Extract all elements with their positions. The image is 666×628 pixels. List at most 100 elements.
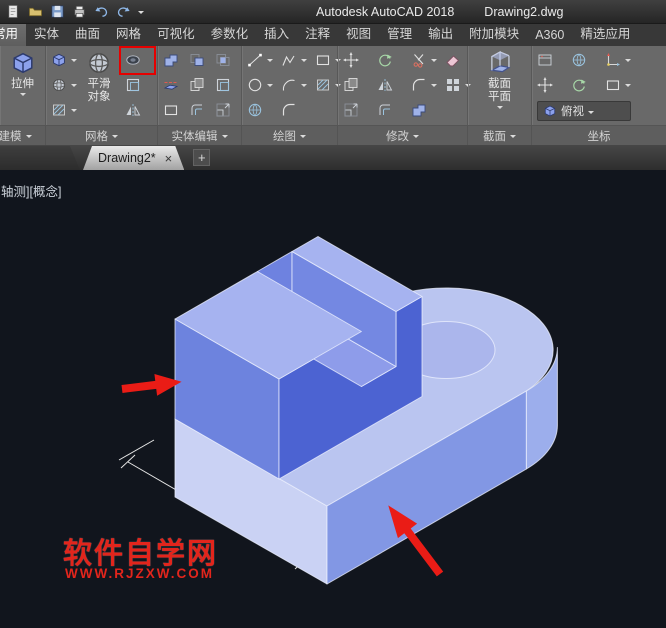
tab-a360[interactable]: A360: [527, 25, 572, 46]
tab-surface[interactable]: 曲面: [67, 24, 108, 46]
file-tab-drawing2[interactable]: Drawing2* ×: [83, 146, 184, 170]
smooth-object-label-2: 对象: [88, 91, 111, 104]
arc-button[interactable]: [277, 73, 301, 97]
trim-button[interactable]: [407, 48, 431, 72]
move-button[interactable]: [339, 48, 363, 72]
explode-button[interactable]: [407, 98, 431, 122]
dropdown-caret[interactable]: [267, 84, 273, 87]
circle-button[interactable]: [243, 73, 267, 97]
intersect-icon: [215, 52, 231, 68]
imprint-button[interactable]: [159, 98, 183, 122]
stretch-button[interactable]: [339, 98, 363, 122]
tab-annotate[interactable]: 注释: [297, 24, 338, 46]
dropdown-caret[interactable]: [301, 59, 307, 62]
slice-button[interactable]: [159, 73, 183, 97]
shell-button[interactable]: [211, 73, 235, 97]
tab-mesh[interactable]: 网格: [108, 24, 149, 46]
polygon-button[interactable]: [243, 98, 267, 122]
panel-label-modeling[interactable]: 建模: [0, 126, 46, 145]
spline-button[interactable]: [277, 98, 301, 122]
undo-icon[interactable]: [94, 4, 109, 19]
extrude-button[interactable]: 拉伸: [1, 48, 44, 123]
add-crease-button[interactable]: [121, 98, 145, 122]
panel-label-modify[interactable]: 修改: [338, 126, 468, 145]
panel-label-coordinates[interactable]: 坐标: [532, 126, 666, 145]
rectangle-button[interactable]: [311, 48, 335, 72]
new-document-icon[interactable]: [6, 4, 21, 19]
smooth-more-icon: [51, 77, 67, 93]
tab-view[interactable]: 视图: [338, 24, 379, 46]
hatch-button[interactable]: [311, 73, 335, 97]
stretch-icon: [343, 102, 359, 118]
tab-add-ins[interactable]: 附加模块: [461, 24, 527, 46]
mesh-primitive-button[interactable]: [47, 48, 71, 72]
ucs-button[interactable]: [601, 48, 625, 72]
ucs-origin-button[interactable]: [533, 73, 557, 97]
annotation-arrow-left: [121, 371, 183, 400]
panel-expand-caret: [413, 135, 419, 138]
new-drawing-tab-button[interactable]: +: [193, 149, 210, 166]
subtract-button[interactable]: [185, 48, 209, 72]
tab-featured-apps[interactable]: 精选应用: [572, 24, 638, 46]
extract-edge-button[interactable]: [211, 98, 235, 122]
section-plane-button[interactable]: 截面 平面: [469, 48, 530, 123]
qat-dropdown-caret[interactable]: [138, 11, 144, 14]
dropdown-caret[interactable]: [431, 84, 437, 87]
section-plane-icon: [487, 50, 513, 76]
line-button[interactable]: [243, 48, 267, 72]
erase-button[interactable]: [441, 48, 465, 72]
file-tab-stub[interactable]: [0, 146, 80, 170]
smooth-more-button[interactable]: [47, 73, 71, 97]
slice-icon: [163, 77, 179, 93]
intersect-button[interactable]: [211, 48, 235, 72]
fillet-button[interactable]: [407, 73, 431, 97]
open-folder-icon[interactable]: [28, 4, 43, 19]
world-ucs-button[interactable]: [567, 48, 591, 72]
smooth-object-button[interactable]: 平滑 对象: [77, 48, 121, 123]
drawing-viewport[interactable]: 轴测][概念] 软件自学网 WWW.RJZXW.COM: [0, 170, 666, 628]
offset-edge-button[interactable]: [185, 98, 209, 122]
3d-model[interactable]: [175, 237, 557, 585]
tab-manage[interactable]: 管理: [379, 24, 420, 46]
ucs-previous-button[interactable]: [567, 73, 591, 97]
panel-solid-editing: [158, 46, 242, 125]
save-icon[interactable]: [50, 4, 65, 19]
watermark-url: WWW.RJZXW.COM: [65, 566, 214, 581]
panel-label-draw[interactable]: 绘图: [242, 126, 338, 145]
union-button[interactable]: [159, 48, 183, 72]
dropdown-caret[interactable]: [625, 59, 631, 62]
dropdown-caret[interactable]: [625, 84, 631, 87]
close-tab-icon[interactable]: ×: [165, 152, 173, 165]
dropdown-caret[interactable]: [267, 59, 273, 62]
plot-icon[interactable]: [72, 4, 87, 19]
polyline-button[interactable]: [277, 48, 301, 72]
tab-parametric[interactable]: 参数化: [203, 24, 257, 46]
rectangle-icon: [315, 52, 331, 68]
thicken-button[interactable]: [185, 73, 209, 97]
dropdown-caret[interactable]: [301, 84, 307, 87]
tab-home[interactable]: 常用: [0, 24, 26, 46]
section-plane-label-2: 平面: [488, 91, 511, 104]
ucs-view-button[interactable]: [601, 73, 625, 97]
scale-button[interactable]: [373, 98, 397, 122]
panel-label-solid-editing[interactable]: 实体编辑: [158, 126, 242, 145]
view-control-dropdown[interactable]: 俯视: [537, 101, 631, 121]
redo-icon[interactable]: [116, 4, 131, 19]
tab-insert[interactable]: 插入: [256, 24, 297, 46]
tab-solid[interactable]: 实体: [26, 24, 67, 46]
dropdown-caret[interactable]: [431, 59, 437, 62]
smooth-less-button[interactable]: [47, 98, 71, 122]
refine-mesh-button[interactable]: [121, 73, 145, 97]
mirror-button[interactable]: [373, 73, 397, 97]
viewport-controls-label[interactable]: 轴测][概念]: [1, 181, 61, 200]
panel-label-section[interactable]: 截面: [468, 126, 532, 145]
named-views-button[interactable]: [533, 48, 557, 72]
copy-button[interactable]: [339, 73, 363, 97]
tab-visualize[interactable]: 可视化: [149, 24, 203, 46]
tab-output[interactable]: 输出: [420, 24, 461, 46]
panel-label-mesh[interactable]: 网格: [46, 126, 158, 145]
quick-access-toolbar: [0, 4, 144, 19]
rotate-button[interactable]: [373, 48, 397, 72]
array-button[interactable]: [441, 73, 465, 97]
copy-icon: [343, 77, 359, 93]
